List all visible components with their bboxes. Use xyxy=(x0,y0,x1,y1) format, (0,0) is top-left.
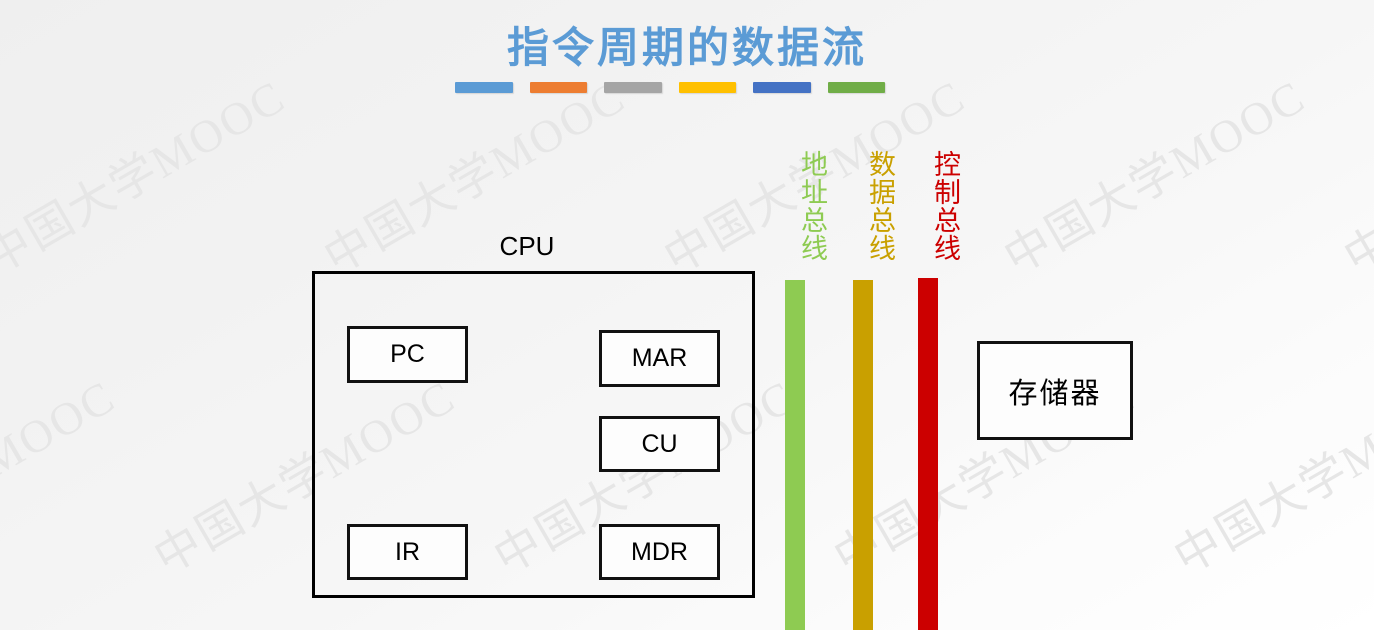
accent-bar-gray xyxy=(604,82,662,93)
accent-bar-dark-blue xyxy=(753,82,811,93)
bus-address-label: 地址总线 xyxy=(797,150,827,262)
accent-bar-orange xyxy=(529,82,587,93)
register-box-pc: PC xyxy=(347,326,468,383)
register-box-ir: IR xyxy=(347,524,468,580)
accent-bar-green xyxy=(827,82,885,93)
register-box-mar: MAR xyxy=(599,330,720,387)
register-label-ir: IR xyxy=(395,537,420,566)
register-label-mar: MAR xyxy=(631,344,688,372)
slide-title: 指令周期的数据流 xyxy=(506,26,867,72)
bus-data-bar xyxy=(853,280,873,630)
register-label-pc: PC xyxy=(390,340,425,368)
accent-bar-strip xyxy=(455,82,885,93)
bus-control-label: 控制总线 xyxy=(930,150,960,262)
slide-canvas: 中国大学MOOC 中国大学MOOC 中国大学MOOC 中国大学MOOC 中国大学… xyxy=(0,0,1374,630)
register-box-cu: CU xyxy=(599,416,720,472)
bus-data: 数据总线 xyxy=(833,140,895,630)
memory-label: 存储器 xyxy=(1008,377,1102,410)
bus-address-bar xyxy=(785,280,805,630)
register-label-mdr: MDR xyxy=(631,537,688,566)
register-label-cu: CU xyxy=(641,429,678,458)
register-box-mdr: MDR xyxy=(599,524,720,580)
accent-bar-blue xyxy=(455,82,513,93)
instruction-cycle-diagram: CPU PC MAR CU IR MDR 地址总线 数据总线 控制总线 存储器 xyxy=(0,0,1374,630)
memory-box: 存储器 xyxy=(977,341,1133,440)
bus-address: 地址总线 xyxy=(765,140,827,630)
bus-control-bar xyxy=(918,278,938,630)
cpu-label: CPU xyxy=(499,231,555,261)
bus-control: 控制总线 xyxy=(898,140,960,630)
bus-data-label: 数据总线 xyxy=(865,150,895,262)
accent-bar-yellow xyxy=(678,82,736,93)
